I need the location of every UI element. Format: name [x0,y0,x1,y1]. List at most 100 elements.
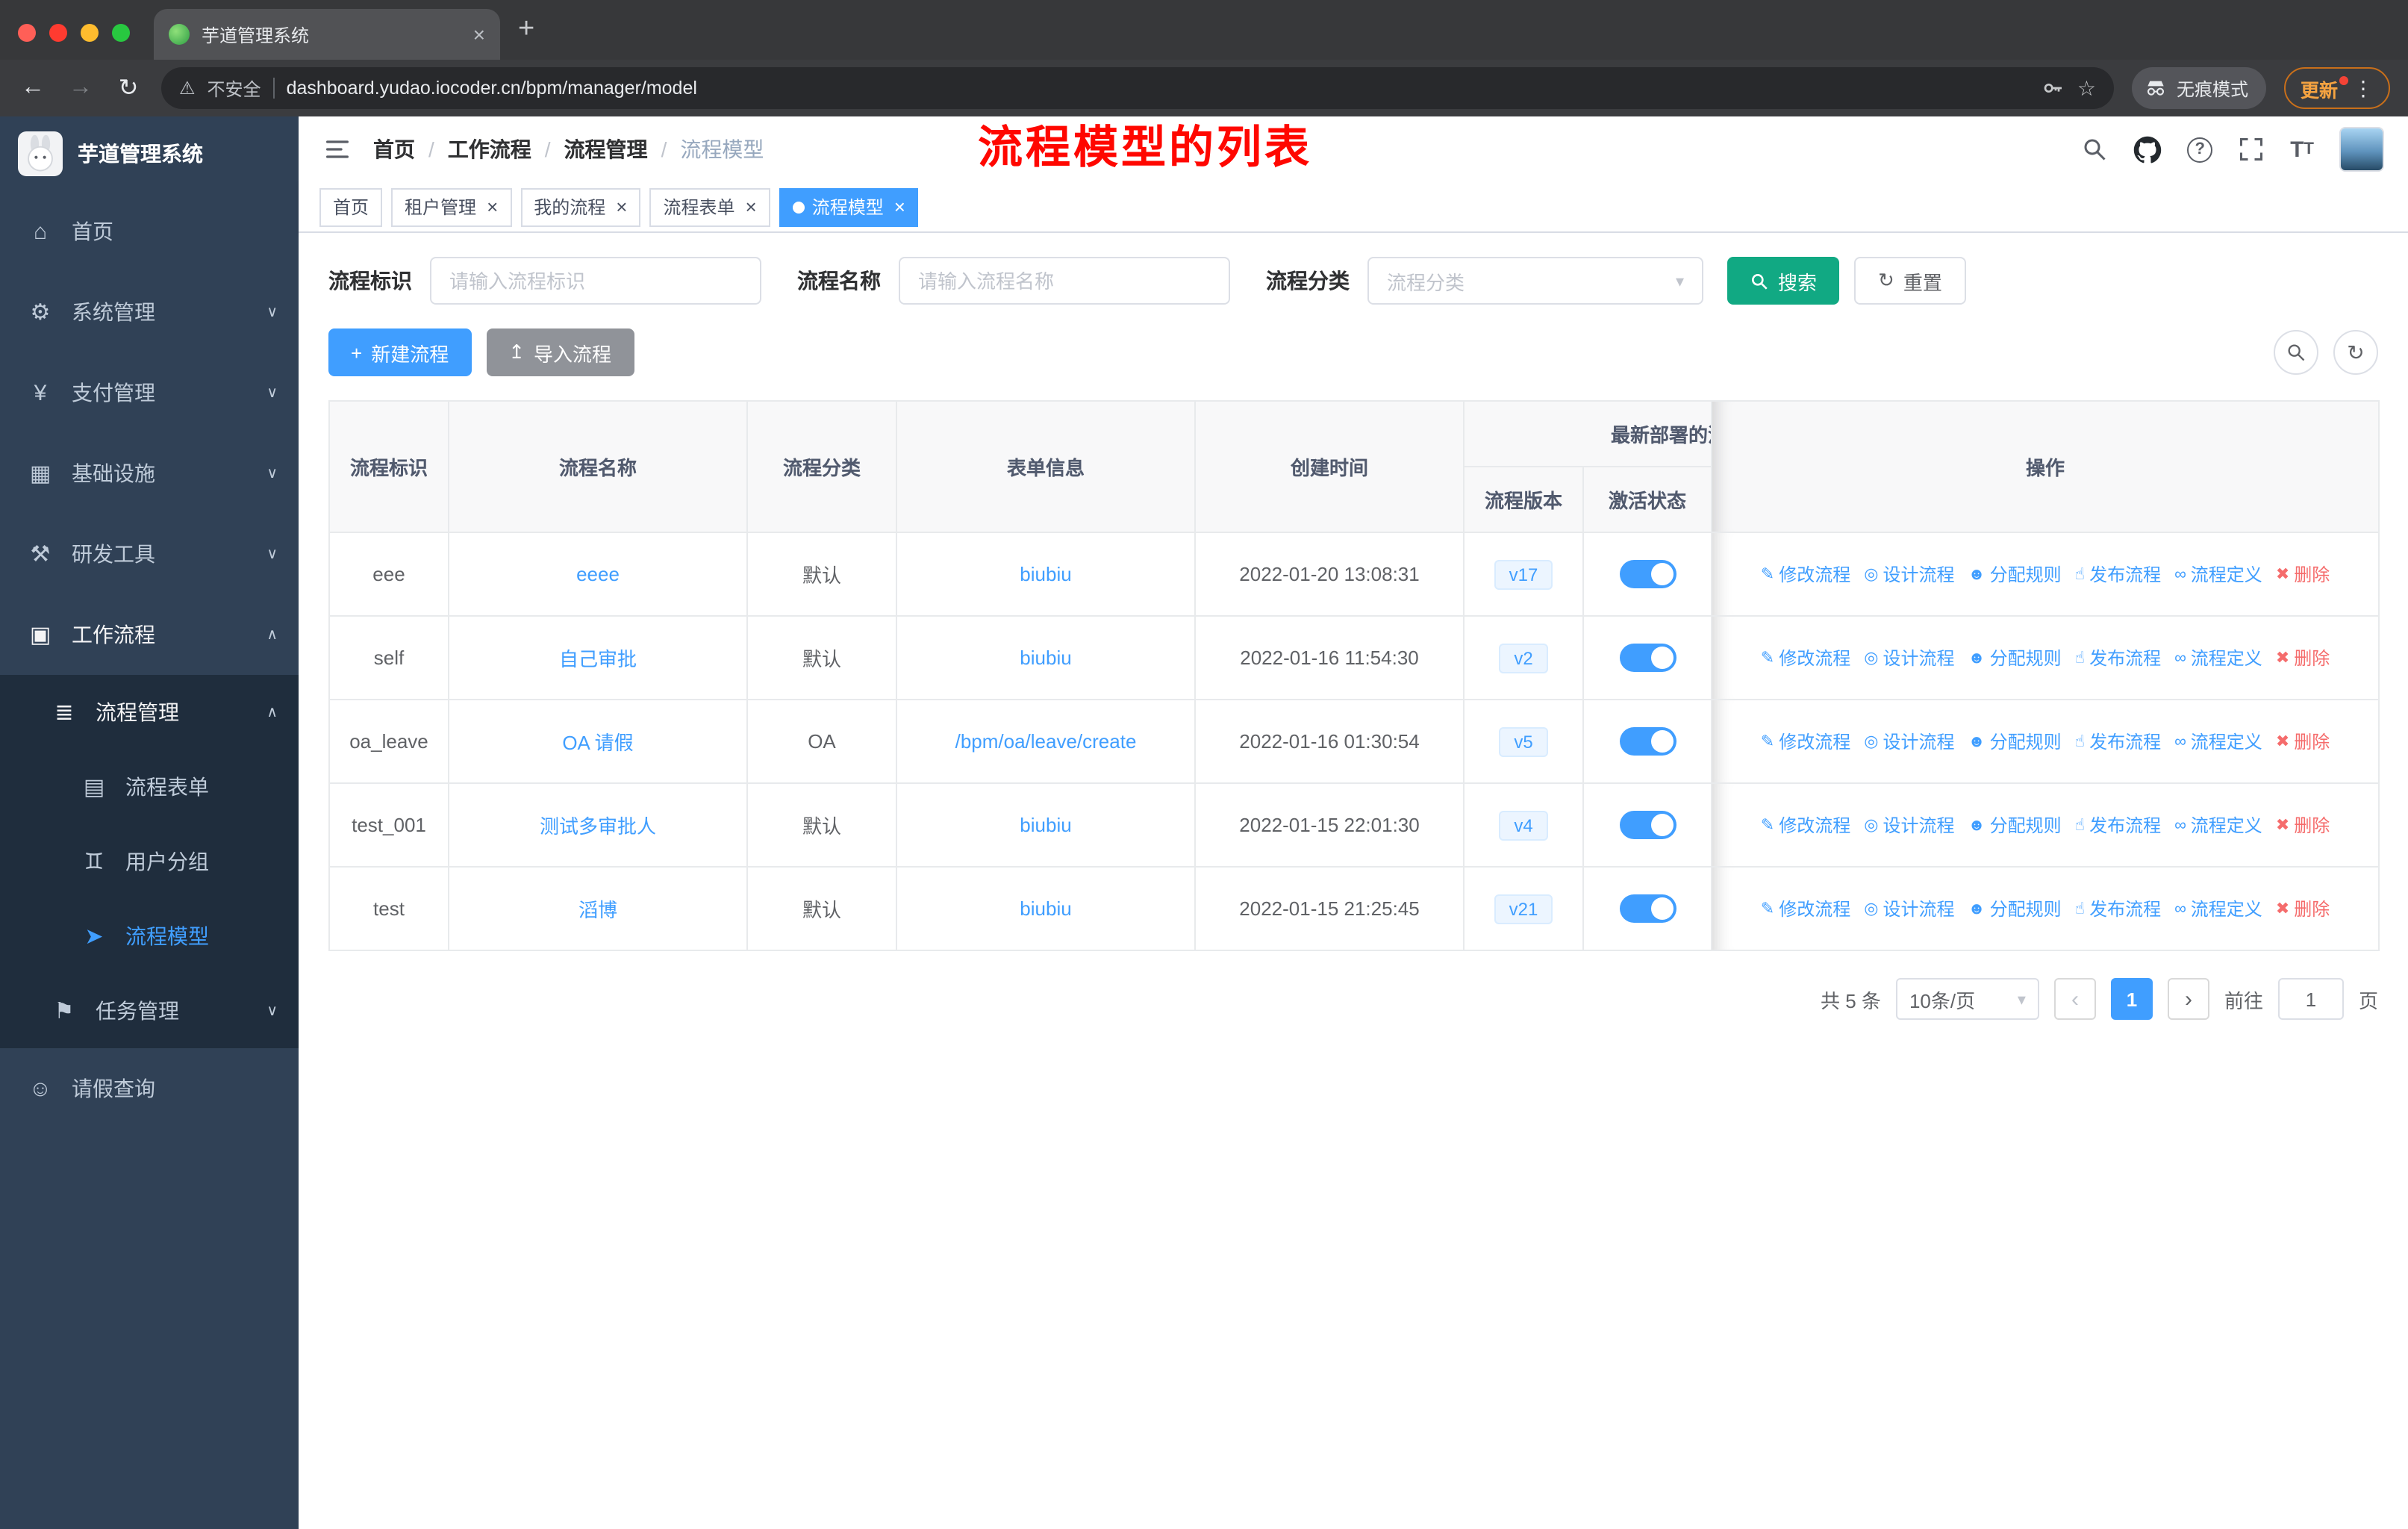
action-assign-rule-link[interactable]: ☻ 分配规则 [1968,561,2061,587]
action-assign-rule-link[interactable]: ☻ 分配规则 [1968,812,2061,838]
action-modify-link[interactable]: ✎ 修改流程 [1761,645,1850,670]
action-delete-link[interactable]: ✖ 删除 [2276,645,2330,670]
action-publish-link[interactable]: ☝ 发布流程 [2075,561,2161,587]
reset-button[interactable]: ↻ 重置 [1854,257,1966,305]
window-zoom-button[interactable] [112,24,130,42]
sidebar-item-user-group[interactable]: ♊ 用户分组 [0,824,299,899]
tag-my-process[interactable]: 我的流程 × [520,187,641,226]
action-publish-link[interactable]: ☝ 发布流程 [2075,896,2161,921]
action-publish-link[interactable]: ☝ 发布流程 [2075,645,2161,670]
reload-button[interactable]: ↻ [113,73,143,103]
action-design-link[interactable]: ◎ 设计流程 [1864,645,1954,670]
action-assign-rule-link[interactable]: ☻ 分配规则 [1968,729,2061,754]
sidebar-toggle-icon[interactable] [322,134,352,164]
action-delete-link[interactable]: ✖ 删除 [2276,812,2330,838]
prev-page-button[interactable]: ‹ [2053,978,2096,1020]
action-delete-link[interactable]: ✖ 删除 [2276,896,2330,921]
sidebar-item-infrastructure[interactable]: ▦ 基础设施 ∨ [0,433,299,514]
tag-close-icon[interactable]: × [487,196,498,218]
action-modify-link[interactable]: ✎ 修改流程 [1761,812,1850,838]
browser-tab[interactable]: 芋道管理系统 × [154,9,500,60]
form-info-link[interactable]: /bpm/oa/leave/create [955,730,1137,753]
tag-close-icon[interactable]: × [894,196,905,218]
sidebar-item-payment-management[interactable]: ¥ 支付管理 ∨ [0,352,299,433]
next-page-button[interactable]: › [2167,978,2209,1020]
action-modify-link[interactable]: ✎ 修改流程 [1761,896,1850,921]
address-bar[interactable]: ⚠ 不安全 dashboard.yudao.iocoder.cn/bpm/man… [161,67,2114,109]
tag-process-form[interactable]: 流程表单 × [649,187,770,226]
active-toggle[interactable] [1619,644,1676,672]
url-text[interactable]: dashboard.yudao.iocoder.cn/bpm/manager/m… [287,78,2030,99]
sidebar-item-leave-query[interactable]: ☺ 请假查询 [0,1048,299,1129]
sidebar-item-dev-tools[interactable]: ⚒ 研发工具 ∨ [0,514,299,594]
fullscreen-icon[interactable] [2238,136,2265,163]
process-name-link[interactable]: 测试多审批人 [540,815,656,838]
sidebar-item-home[interactable]: ⌂ 首页 [0,191,299,272]
search-button[interactable]: 搜索 [1727,257,1840,305]
action-publish-link[interactable]: ☝ 发布流程 [2075,812,2161,838]
action-definition-link[interactable]: ∞ 流程定义 [2174,645,2262,670]
import-process-button[interactable]: ↥ 导入流程 [486,328,634,376]
window-close-button[interactable] [18,24,36,42]
toggle-search-button[interactable] [2274,330,2318,375]
tag-close-icon[interactable]: × [616,196,627,218]
breadcrumb-item[interactable]: 工作流程 [448,134,531,164]
tag-process-model[interactable]: 流程模型 × [779,187,919,226]
help-icon[interactable]: ? [2187,137,2213,162]
refresh-table-button[interactable]: ↻ [2333,330,2378,375]
browser-menu-icon[interactable]: ⋮ [2353,75,2374,101]
action-definition-link[interactable]: ∞ 流程定义 [2174,896,2262,921]
password-key-icon[interactable] [2042,76,2065,100]
active-toggle[interactable] [1619,727,1676,756]
create-process-button[interactable]: + 新建流程 [328,328,472,376]
sidebar-item-workflow[interactable]: ▣ 工作流程 ∧ [0,594,299,675]
process-name-link[interactable]: eeee [576,563,620,585]
font-size-icon[interactable]: TT [2290,137,2314,162]
tab-close-icon[interactable]: × [473,22,485,46]
new-tab-button[interactable]: + [500,13,555,60]
action-modify-link[interactable]: ✎ 修改流程 [1761,561,1850,587]
app-logo[interactable]: 芋道管理系统 [0,116,299,191]
action-definition-link[interactable]: ∞ 流程定义 [2174,561,2262,587]
process-name-link[interactable]: OA 请假 [562,732,633,754]
action-assign-rule-link[interactable]: ☻ 分配规则 [1968,896,2061,921]
action-definition-link[interactable]: ∞ 流程定义 [2174,812,2262,838]
process-name-link[interactable]: 自己审批 [559,648,637,670]
avatar[interactable] [2339,127,2384,172]
security-label[interactable]: 不安全 [208,75,261,101]
form-info-link[interactable]: biubiu [1020,897,1071,920]
action-publish-link[interactable]: ☝ 发布流程 [2075,729,2161,754]
sidebar-item-task-management[interactable]: ⚑ 任务管理 ∨ [0,974,299,1048]
tag-home[interactable]: 首页 [319,187,383,226]
action-design-link[interactable]: ◎ 设计流程 [1864,812,1954,838]
tag-tenant-management[interactable]: 租户管理 × [391,187,512,226]
action-assign-rule-link[interactable]: ☻ 分配规则 [1968,645,2061,670]
back-button[interactable]: ← [18,75,48,102]
sidebar-item-system-management[interactable]: ⚙ 系统管理 ∨ [0,272,299,352]
action-design-link[interactable]: ◎ 设计流程 [1864,729,1954,754]
form-info-link[interactable]: biubiu [1020,563,1071,585]
action-delete-link[interactable]: ✖ 删除 [2276,729,2330,754]
sidebar-item-process-model[interactable]: ➤ 流程模型 [0,899,299,974]
action-delete-link[interactable]: ✖ 删除 [2276,561,2330,587]
process-name-link[interactable]: 滔博 [578,899,617,921]
github-icon[interactable] [2133,135,2162,164]
tag-close-icon[interactable]: × [746,196,757,218]
action-definition-link[interactable]: ∞ 流程定义 [2174,729,2262,754]
active-toggle[interactable] [1619,894,1676,923]
process-name-input[interactable] [899,257,1230,305]
breadcrumb-item[interactable]: 流程管理 [564,134,648,164]
form-info-link[interactable]: biubiu [1020,647,1071,669]
bookmark-star-icon[interactable]: ☆ [2077,75,2096,101]
action-design-link[interactable]: ◎ 设计流程 [1864,561,1954,587]
goto-page-input[interactable] [2277,978,2344,1020]
search-icon[interactable] [2081,136,2108,163]
sidebar-item-process-form[interactable]: ▤ 流程表单 [0,750,299,824]
current-page[interactable]: 1 [2110,978,2153,1020]
active-toggle[interactable] [1619,811,1676,839]
window-minimize-button[interactable] [81,24,99,42]
update-button[interactable]: 更新 ⋮ [2283,67,2390,109]
action-modify-link[interactable]: ✎ 修改流程 [1761,729,1850,754]
process-category-select[interactable]: 流程分类 ▾ [1367,257,1703,305]
sidebar-item-process-management[interactable]: ≣ 流程管理 ∧ [0,675,299,750]
